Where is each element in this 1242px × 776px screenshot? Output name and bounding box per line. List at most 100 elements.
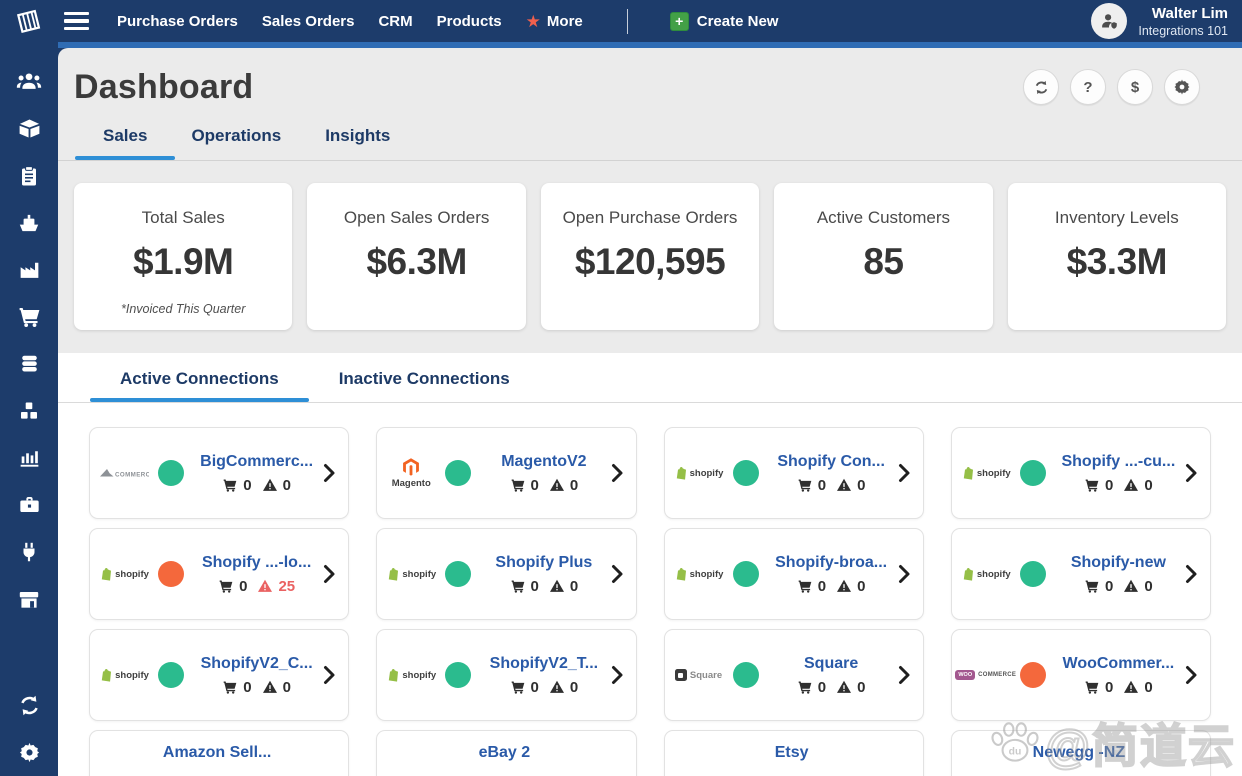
connection-title[interactable]: Etsy (775, 744, 809, 762)
chevron-right-icon[interactable] (1185, 665, 1198, 685)
connection-card[interactable]: eBay 2 (376, 730, 637, 776)
orders-stat: 0 (510, 477, 539, 494)
app-logo (10, 5, 46, 37)
warning-icon (262, 478, 277, 491)
nav-crm[interactable]: CRM (378, 13, 412, 30)
sidebar-item-storefront[interactable] (0, 575, 58, 622)
sidebar-item-orders[interactable] (0, 152, 58, 199)
connection-title[interactable]: Shopify-new (1071, 554, 1166, 572)
connection-title[interactable]: WooCommer... (1063, 655, 1175, 673)
chevron-right-icon[interactable] (611, 564, 624, 584)
square-logo: Square (673, 669, 725, 681)
sidebar-item-reports[interactable] (0, 434, 58, 481)
connection-info: Shopify ...-lo... 0 25 (190, 554, 323, 595)
tab-insights[interactable]: Insights (325, 126, 390, 160)
orders-stat: 0 (218, 578, 247, 595)
sidebar-item-customers[interactable] (0, 58, 58, 105)
toolbox-icon (19, 497, 39, 512)
kpi-label: Total Sales (141, 208, 225, 227)
connection-card[interactable]: shopify Shopify ...-lo... 0 25 (89, 528, 350, 620)
create-new-button[interactable]: + Create New (669, 11, 778, 31)
connection-title[interactable]: ShopifyV2_C... (201, 655, 313, 673)
sidebar-item-products[interactable] (0, 105, 58, 152)
orders-count: 0 (243, 476, 252, 494)
chevron-right-icon[interactable] (898, 564, 911, 584)
connection-title[interactable]: ShopifyV2_T... (490, 655, 598, 673)
nav-sales-orders[interactable]: Sales Orders (262, 13, 355, 30)
help-button[interactable]: ? (1070, 69, 1106, 105)
nav-purchase-orders[interactable]: Purchase Orders (117, 13, 238, 30)
connection-title[interactable]: MagentoV2 (501, 453, 586, 471)
orders-count: 0 (817, 577, 827, 595)
warnings-count: 0 (282, 678, 291, 696)
tab-active-connections[interactable]: Active Connections (90, 353, 309, 402)
billing-button[interactable]: $ (1117, 69, 1153, 105)
header-actions: ? $ (1023, 69, 1200, 105)
connection-title[interactable]: Shopify Con... (777, 453, 885, 471)
user-name: Walter Lim (1151, 4, 1228, 22)
chevron-right-icon[interactable] (1185, 564, 1198, 584)
sidebar-item-manufacturing[interactable] (0, 246, 58, 293)
connections-tabs: Active Connections Inactive Connections (58, 353, 1242, 402)
connection-title[interactable]: Shopify ...-lo... (202, 554, 311, 572)
status-dot (445, 561, 472, 587)
connection-card[interactable]: Amazon Sell... (89, 730, 350, 776)
factory-icon (20, 262, 38, 278)
chevron-right-icon[interactable] (611, 665, 624, 685)
chevron-right-icon[interactable] (611, 463, 624, 483)
connection-card[interactable]: shopify ShopifyV2_T... 0 0 (376, 629, 637, 721)
connection-card[interactable]: shopify Shopify-new 0 0 (950, 528, 1211, 620)
chevron-right-icon[interactable] (1185, 463, 1198, 483)
sidebar-item-shipping[interactable] (0, 199, 58, 246)
chevron-right-icon[interactable] (323, 665, 336, 685)
sidebar-item-purchases[interactable] (0, 293, 58, 340)
connection-title[interactable]: Newegg -NZ (1033, 744, 1125, 762)
sidebar-item-inventory[interactable] (0, 387, 58, 434)
refresh-button[interactable] (1023, 69, 1059, 105)
tab-operations[interactable]: Operations (191, 126, 281, 160)
connection-title[interactable]: Square (804, 655, 858, 673)
connection-card[interactable]: COMMERCE BigCommerc... 0 0 (89, 427, 350, 519)
cart-icon (511, 479, 524, 492)
connection-card[interactable]: shopify Shopify ...-cu... 0 0 (950, 427, 1211, 519)
connection-card[interactable]: shopify Shopify Con... 0 0 (663, 427, 924, 519)
nav-more[interactable]: ★ More (526, 13, 583, 30)
connection-info: ShopifyV2_T... 0 0 (477, 655, 610, 696)
connection-card[interactable]: Etsy (663, 730, 924, 776)
settings-button[interactable] (1164, 69, 1200, 105)
connection-title[interactable]: Amazon Sell... (163, 744, 271, 762)
kpi-label: Active Customers (816, 208, 951, 227)
connection-card[interactable]: shopify Shopify-broa... 0 0 (663, 528, 924, 620)
connection-card[interactable]: Newegg -NZ (950, 730, 1211, 776)
connection-card[interactable]: shopify Shopify Plus 0 0 (376, 528, 637, 620)
chevron-right-icon[interactable] (898, 665, 911, 685)
tab-sales[interactable]: Sales (74, 126, 177, 160)
connection-title[interactable]: Shopify ...-cu... (1061, 453, 1175, 471)
tab-inactive-connections[interactable]: Inactive Connections (309, 353, 540, 402)
warning-icon (1124, 579, 1139, 592)
connection-stats: 0 0 (797, 577, 865, 595)
sidebar-item-integrations[interactable] (0, 528, 58, 575)
warnings-count: 0 (857, 678, 866, 696)
connection-card[interactable]: shopify ShopifyV2_C... 0 0 (89, 629, 350, 721)
woocommerce-logo: WOO COMMERCE (955, 670, 1016, 680)
connection-card[interactable]: WOO COMMERCE WooCommer... 0 0 (950, 629, 1211, 721)
connection-card[interactable]: Magento MagentoV2 0 0 (376, 427, 637, 519)
sidebar-item-sync[interactable] (0, 682, 58, 729)
sidebar-item-settings[interactable] (0, 729, 58, 776)
sidebar-item-finance[interactable] (0, 340, 58, 387)
chevron-right-icon[interactable] (323, 564, 336, 584)
connection-stats: 0 0 (1084, 578, 1153, 595)
chevron-right-icon[interactable] (323, 463, 336, 483)
connection-title[interactable]: BigCommerc... (200, 453, 313, 471)
chevron-right-icon[interactable] (898, 463, 911, 483)
magento-logo: Magento (385, 457, 437, 489)
connection-card[interactable]: Square Square 0 0 (663, 629, 924, 721)
sidebar-item-toolbox[interactable] (0, 481, 58, 528)
connection-title[interactable]: Shopify-broa... (775, 554, 887, 572)
connection-title[interactable]: eBay 2 (479, 744, 531, 762)
hamburger-menu-icon[interactable] (64, 12, 89, 30)
user-menu[interactable]: Walter Lim Integrations 101 (1091, 3, 1228, 39)
connection-title[interactable]: Shopify Plus (495, 554, 592, 572)
nav-products[interactable]: Products (437, 13, 502, 30)
